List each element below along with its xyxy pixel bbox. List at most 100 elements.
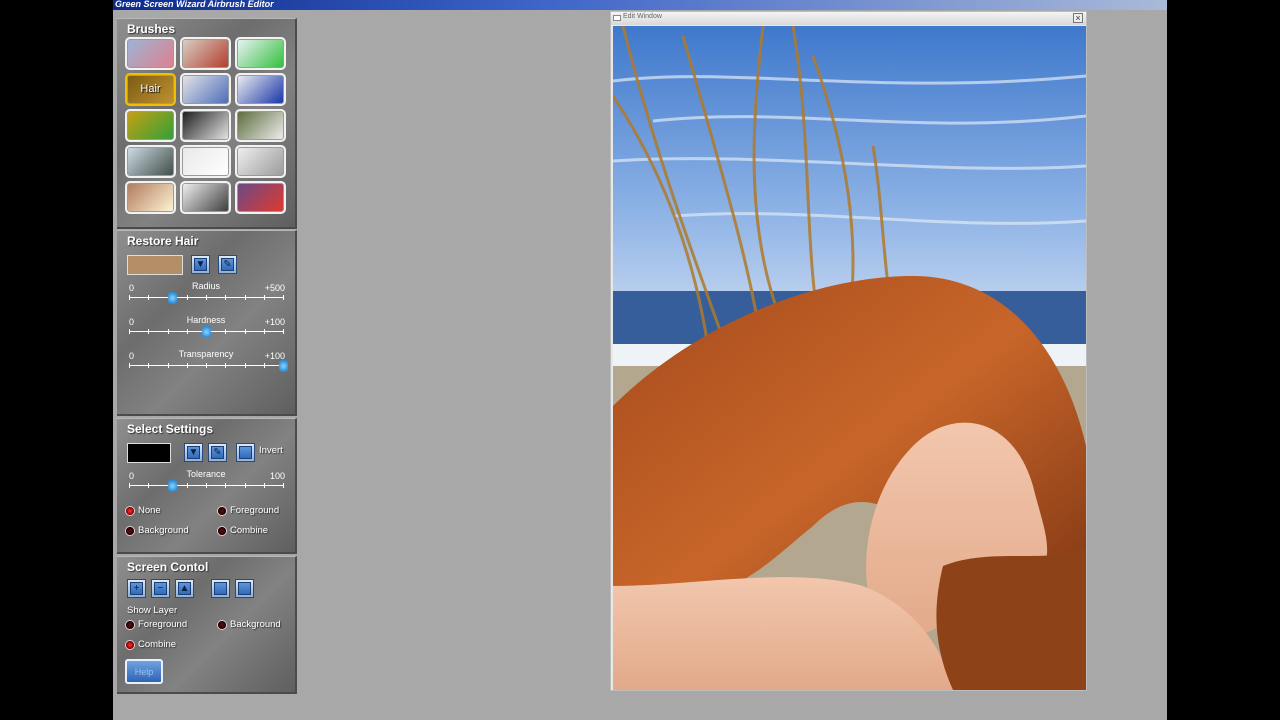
slider-tick [283,483,284,488]
slider-tick [168,329,169,334]
show-layer-label: Show Layer [127,605,178,616]
slider-thumb [202,326,211,338]
radio-foreground-label: Foreground [230,505,280,516]
select-color-swatch[interactable] [127,443,171,463]
select-eyedropper-button[interactable]: ✎ [208,443,227,462]
close-icon[interactable]: × [1073,13,1083,23]
plus-icon: + [130,582,143,595]
radio-combine-label: Combine [230,525,269,536]
slider-tick [206,363,207,368]
slider-title-label: Hardness [186,315,226,325]
radio-background[interactable]: Background [125,525,189,536]
restore-color-swatch[interactable] [127,255,183,275]
slider-tick [225,329,226,334]
slider-thumb [168,480,177,492]
radio-none[interactable]: None [125,505,161,516]
brush-tuxedo-button[interactable] [180,109,231,142]
radio-dot-icon [125,525,135,536]
brush-green-toy-button[interactable] [125,109,176,142]
layer-foreground-label: Foreground [138,619,188,630]
view-button-2[interactable] [235,579,254,598]
sky [613,26,1086,296]
brush-white-swirl-button[interactable] [180,145,231,178]
slider-tick [187,295,188,300]
slider-tick [264,363,265,368]
slider-tick [225,295,226,300]
window-icon [613,15,621,21]
edit-window-title: Edit Window [623,13,662,20]
slider-thumb [279,360,288,372]
brush-eraser-button[interactable] [125,37,176,70]
slider-max-label: 100 [269,471,285,481]
fit-home-button[interactable]: ▲ [175,579,194,598]
edit-window: Edit Window × [610,11,1087,691]
hardness-slider[interactable]: 0 Hardness +100 [129,315,285,345]
slider-thumb [168,292,177,304]
brush-blue-yellow-button[interactable] [235,73,286,106]
slider-tick [129,329,130,334]
brush-hair-button[interactable]: Hair [125,73,176,106]
select-title: Select Settings [127,422,214,436]
invert-toggle-button[interactable] [236,443,255,462]
transparency-slider[interactable]: 0 Transparency +100 [129,349,288,379]
brushes-title: Brushes [127,22,176,36]
square-icon [214,582,227,595]
brush-rainbow-button[interactable] [235,37,286,70]
brush-palm-tree-button[interactable] [125,145,176,178]
restore-eyedropper-button[interactable]: ✎ [218,255,237,274]
desktop: Green Screen Wizard Airbrush Editor Brus… [113,0,1167,720]
slider-tick [129,483,130,488]
edit-window-titlebar: Edit Window × [611,12,1086,25]
slider-tick [245,363,246,368]
radio-dot-icon [217,505,227,516]
slider-tick [148,363,149,368]
photo-image [613,26,1086,690]
invert-label: Invert [259,445,283,456]
eyedropper-icon: ✎ [221,258,234,271]
help-button[interactable]: Help [125,659,163,684]
radius-slider[interactable]: 0 Radius +500 [129,281,285,311]
slider-tick [129,363,130,368]
brush-light-bulb-button[interactable] [125,181,176,214]
restore-title: Restore Hair [127,234,199,248]
layer-radio-foreground[interactable]: Foreground [125,619,187,630]
slider-tick [245,483,246,488]
restore-color-dropdown-button[interactable]: ▼ [191,255,210,274]
slider-tick [187,329,188,334]
radio-combine[interactable]: Combine [217,525,268,536]
brushes-panel: Brushes Hair [117,18,297,229]
zoom-in-button[interactable]: + [127,579,146,598]
minus-icon: − [154,582,167,595]
select-color-dropdown-button[interactable]: ▼ [184,443,203,462]
slider-tick [206,295,207,300]
zoom-out-button[interactable]: − [151,579,170,598]
brush-flowers-button[interactable] [180,37,231,70]
brush-wedding-button[interactable] [235,109,286,142]
image-canvas[interactable] [613,26,1086,690]
slider-tick [148,329,149,334]
screen-control-title: Screen Contol [127,560,209,574]
layer-radio-combine[interactable]: Combine [125,639,176,650]
square-icon [238,582,251,595]
slider-tick [187,483,188,488]
slider-max-label: +500 [264,283,285,293]
view-button-1[interactable] [211,579,230,598]
slider-tick [129,295,130,300]
radio-dot-icon [217,525,227,536]
slider-tick [264,295,265,300]
brush-palette-button[interactable] [180,73,231,106]
slider-title-label: Transparency [178,349,234,359]
slider-title-label: Radius [191,281,220,291]
tolerance-slider[interactable]: 0 Tolerance 100 [129,469,285,499]
radio-background-label: Background [138,525,189,536]
home-icon: ▲ [178,582,191,595]
layer-radio-background[interactable]: Background [217,619,281,630]
radio-foreground[interactable]: Foreground [217,505,279,516]
brush-paint-cans-button[interactable] [235,181,286,214]
slider-max-label: +100 [264,317,285,327]
slider-tick [225,483,226,488]
brush-gradient-button[interactable] [180,181,231,214]
slider-tick [245,329,246,334]
brush-machine-button[interactable] [235,145,286,178]
eyedropper-icon: ✎ [211,446,224,459]
